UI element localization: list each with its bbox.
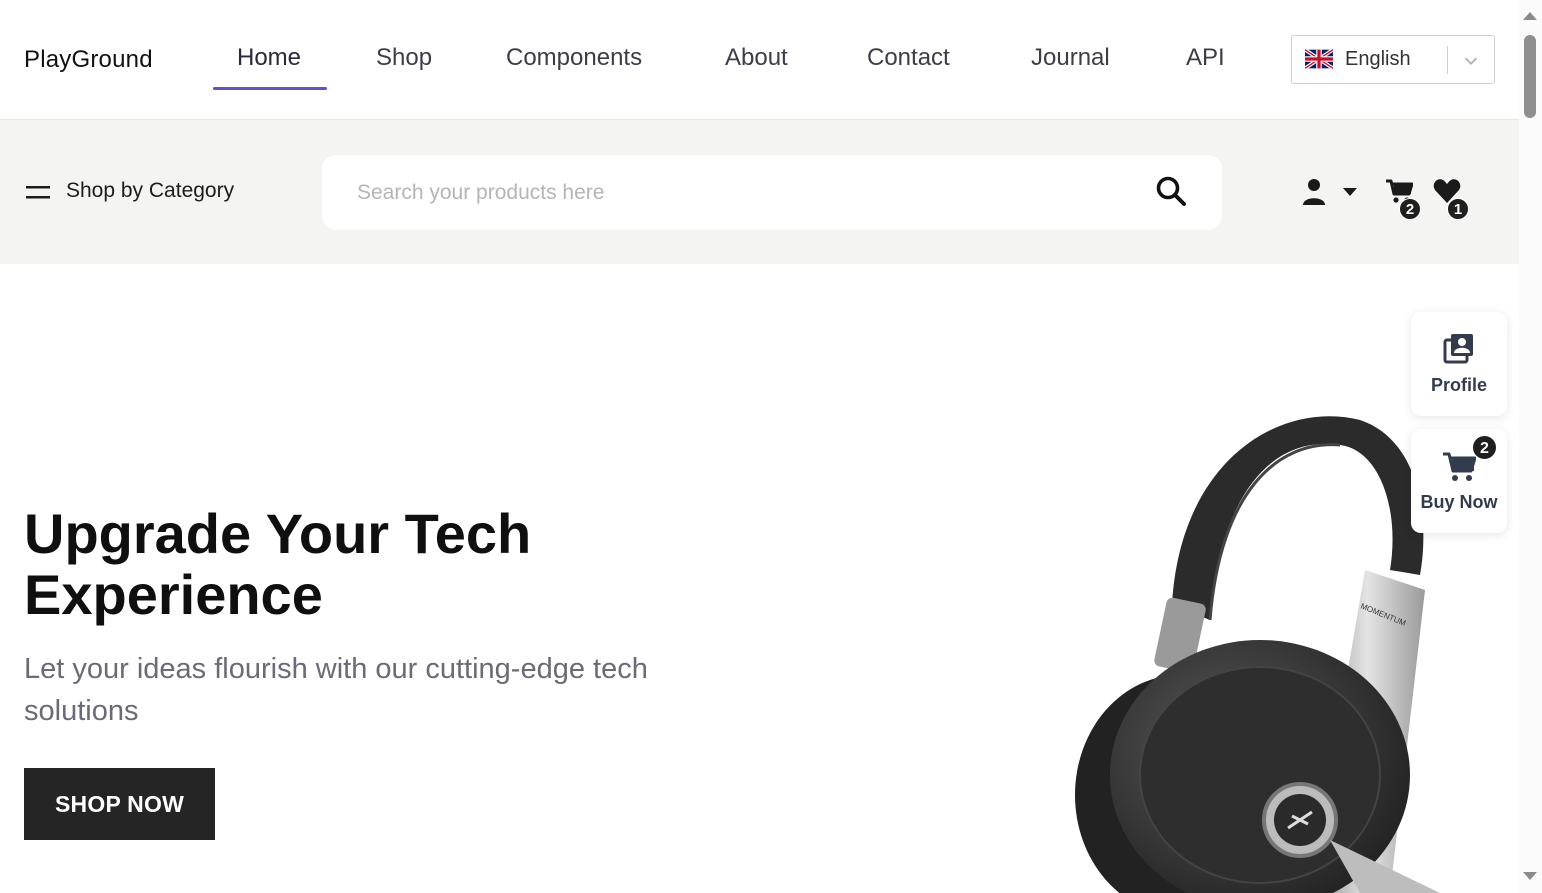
nav-api[interactable]: API [1186, 44, 1225, 72]
buy-now-label: Buy Now [1420, 492, 1498, 512]
cart-count-badge: 2 [1399, 198, 1421, 220]
chevron-down-icon [1464, 57, 1478, 65]
divider [1447, 46, 1448, 74]
nav-shop[interactable]: Shop [376, 44, 432, 72]
header-cart-button[interactable]: 2 [1385, 178, 1425, 222]
search-box [322, 155, 1222, 230]
category-label: Shop by Category [66, 179, 235, 202]
brand-logo[interactable]: PlayGround [24, 46, 153, 74]
profile-label: Profile [1430, 375, 1487, 395]
nav-about[interactable]: About [725, 44, 788, 72]
profile-icon [1443, 334, 1473, 364]
nav-components[interactable]: Components [506, 44, 642, 72]
nav-contact[interactable]: Contact [867, 44, 950, 72]
hero-title: Upgrade Your Tech Experience [24, 502, 532, 626]
buy-now-count-badge: 2 [1472, 435, 1497, 460]
shop-now-button[interactable]: SHOP NOW [24, 768, 215, 840]
hamburger-icon [26, 186, 50, 199]
user-icon [1303, 179, 1325, 205]
language-select[interactable]: English [1291, 35, 1495, 84]
scroll-up-arrow-icon[interactable] [1523, 12, 1537, 20]
wishlist-button[interactable]: 1 [1433, 178, 1475, 222]
wishlist-count-badge: 1 [1447, 198, 1469, 220]
headphones-image: MOMENTUM [1075, 416, 1440, 893]
uk-flag-icon [1305, 49, 1333, 69]
cart-icon [1443, 452, 1476, 481]
nav-home[interactable]: Home [237, 44, 301, 72]
scroll-down-arrow-icon[interactable] [1523, 872, 1537, 880]
active-nav-indicator [213, 87, 327, 90]
floating-profile-button[interactable]: Profile [1411, 312, 1507, 416]
search-input[interactable] [357, 175, 1117, 211]
page-scrollbar[interactable] [1519, 0, 1542, 893]
language-label: English [1345, 48, 1411, 70]
floating-buy-now-button[interactable]: Buy Now 2 [1411, 429, 1507, 533]
caret-down-icon [1343, 188, 1357, 196]
search-bar-section: Shop by Category 2 1 [0, 120, 1519, 264]
scrollbar-thumb[interactable] [1524, 35, 1536, 118]
hero-subtitle: Let your ideas flourish with our cutting… [24, 653, 648, 727]
nav-journal[interactable]: Journal [1031, 44, 1110, 72]
top-navbar: PlayGround Home Shop Components About Co… [0, 0, 1519, 120]
search-icon[interactable] [1155, 175, 1187, 207]
user-menu-button[interactable] [1302, 178, 1362, 208]
